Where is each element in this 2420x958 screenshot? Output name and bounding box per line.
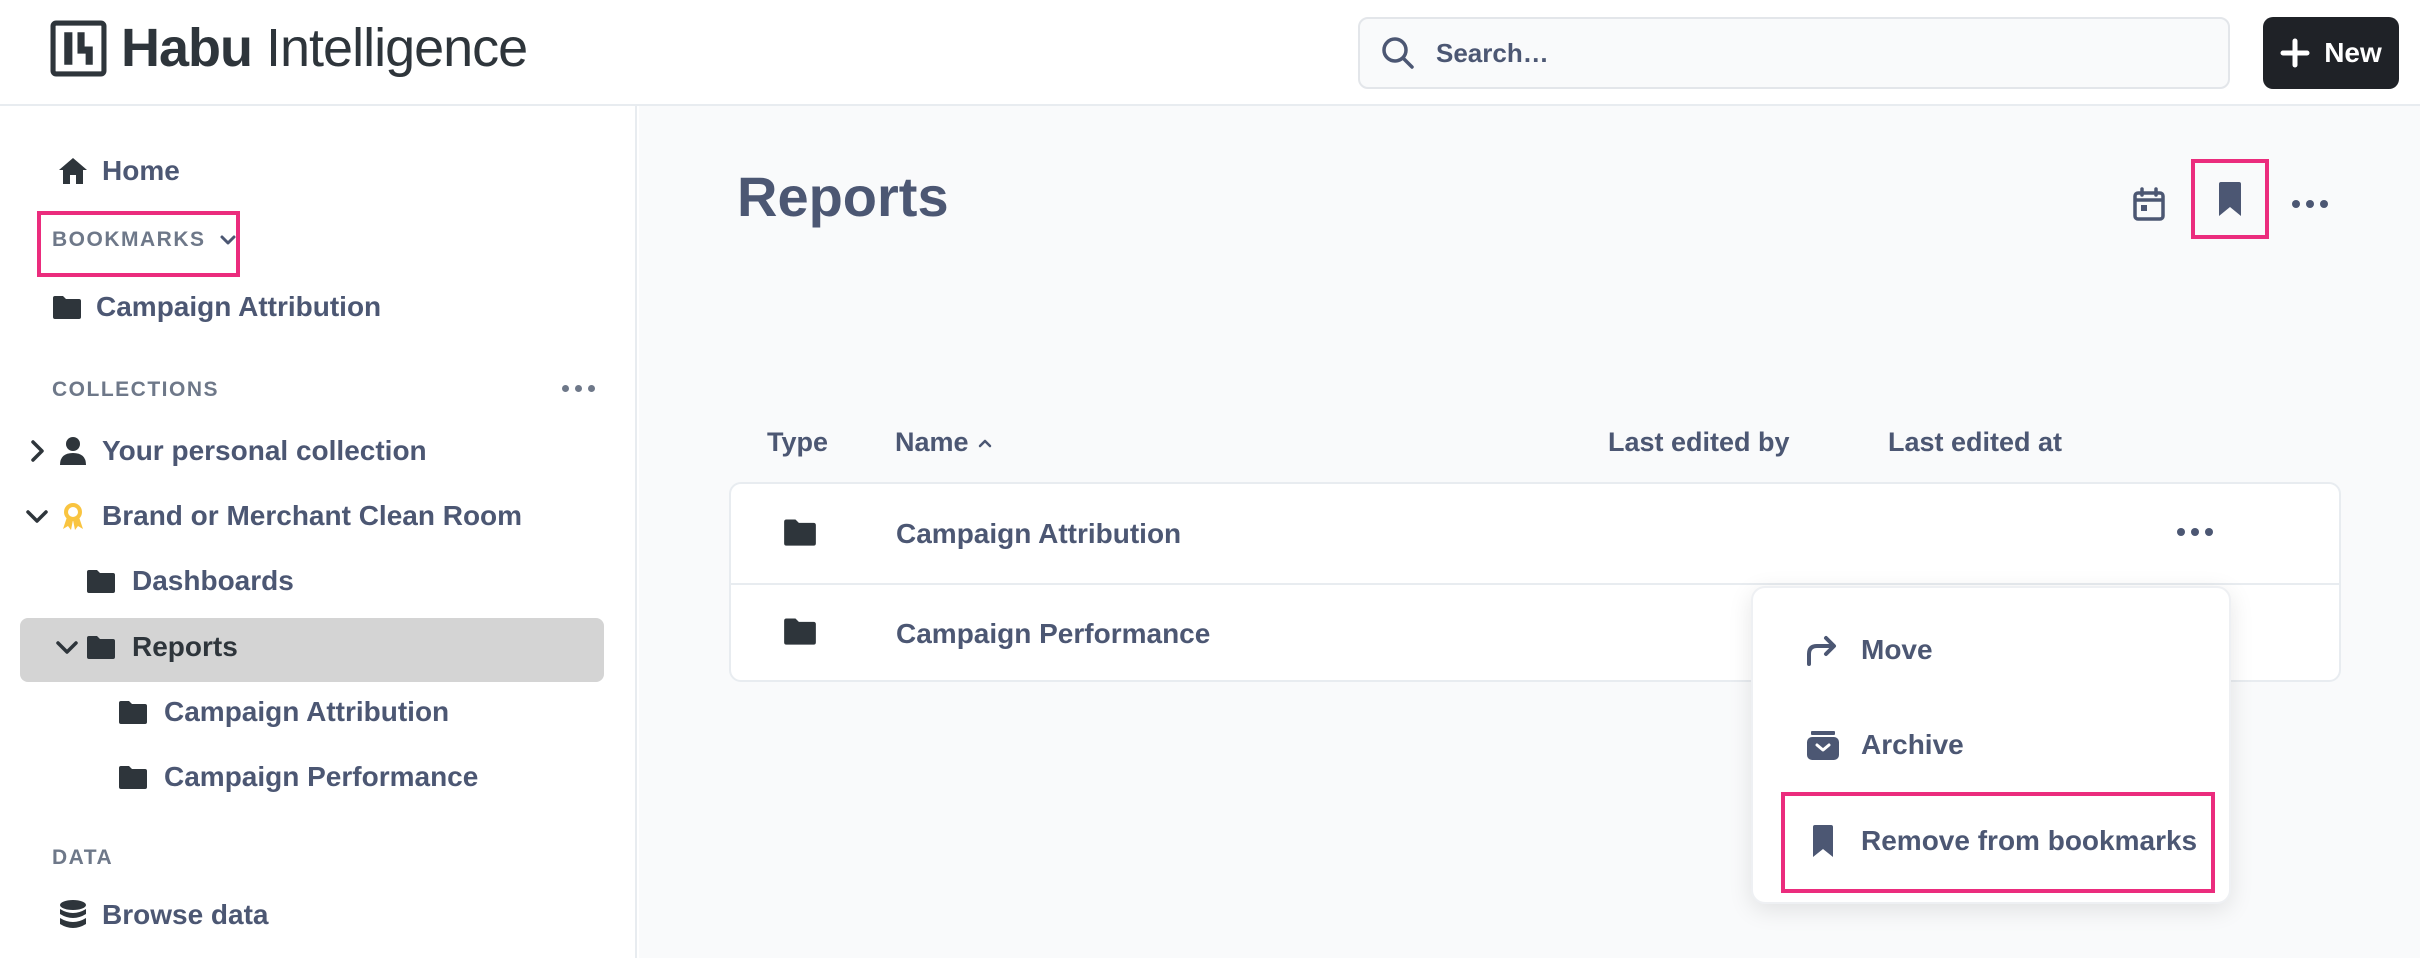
menu-item-archive[interactable]: Archive [1805,727,1964,763]
bookmark-icon [2219,182,2241,216]
sidebar-item-home[interactable]: Home [56,154,180,188]
menu-item-move[interactable]: Move [1805,632,1933,668]
calendar-icon [2133,187,2165,221]
sort-ascending-icon [978,439,991,447]
sidebar-item-dashboards[interactable]: Dashboards [84,564,294,598]
bookmark-item-label: Campaign Attribution [96,291,382,322]
folder-icon [116,695,150,729]
move-arrow-icon [1805,632,1841,668]
data-label: DATA [52,846,114,869]
row-more-icon[interactable] [2177,528,2213,536]
row-name[interactable]: Campaign Attribution [896,518,1181,550]
more-horizontal-icon [2292,200,2328,208]
menu-item-label: Archive [1861,729,1964,760]
folder-icon [784,519,816,546]
bookmarks-label: BOOKMARKS [52,228,206,251]
sidebar-item-label: Campaign Performance [164,761,479,792]
column-header-last-edited-at[interactable]: Last edited at [1888,427,2062,458]
sidebar-item-label: Home [102,155,180,186]
search-input[interactable]: Search… [1358,17,2230,89]
brand-name-regular: Intelligence [252,18,528,78]
column-header-name-label: Name [895,427,969,457]
official-collection-badge-icon [56,499,90,533]
plus-icon [2280,38,2310,68]
bookmark-toggle-button[interactable] [2205,174,2255,224]
search-icon [1382,37,1414,69]
collections-more-icon[interactable] [562,385,595,392]
search-placeholder: Search… [1436,37,1549,68]
bookmark-icon [1805,823,1841,859]
menu-item-label: Remove from bookmarks [1861,825,2198,856]
folder-icon [784,618,816,645]
sidebar-item-campaign-performance[interactable]: Campaign Performance [116,760,478,794]
new-button-label: New [2324,37,2382,68]
menu-item-label: Move [1861,634,1933,665]
sidebar-item-clean-room[interactable]: Brand or Merchant Clean Room [24,499,522,533]
column-header-name[interactable]: Name [895,427,993,458]
folder-icon [50,290,84,324]
folder-icon [116,760,150,794]
sidebar-item-label: Campaign Attribution [164,696,450,727]
collections-label: COLLECTIONS [52,378,219,401]
sidebar-item-reports[interactable]: Reports [54,630,238,664]
sidebar-item-personal-collection[interactable]: Your personal collection [24,434,427,468]
sidebar-item-label: Brand or Merchant Clean Room [102,500,523,531]
brand-name-bold: Habu [121,18,253,78]
page-title: Reports [737,165,949,228]
folder-icon [84,564,118,598]
new-button[interactable]: New [2263,17,2399,89]
column-header-type[interactable]: Type [767,427,828,458]
chevron-down-icon[interactable] [24,503,50,529]
table-row[interactable]: Campaign Attribution [731,484,2339,583]
database-icon [56,898,90,932]
sidebar-item-label: Browse data [102,899,269,930]
chevron-right-icon[interactable] [24,438,50,464]
menu-item-remove-from-bookmarks[interactable]: Remove from bookmarks [1805,823,2197,859]
app-logo[interactable]: Habu Intelligence [50,18,528,78]
row-name[interactable]: Campaign Performance [896,618,1210,650]
sidebar-item-browse-data[interactable]: Browse data [56,898,269,932]
sidebar-item-label: Reports [132,631,238,662]
home-icon [56,154,90,188]
sidebar-item-campaign-attribution[interactable]: Campaign Attribution [116,695,449,729]
folder-icon [84,630,118,664]
more-options-button[interactable] [2285,180,2335,228]
column-header-last-edited-by[interactable]: Last edited by [1608,427,1790,458]
top-bar: Habu Intelligence Search… New [0,0,2420,106]
calendar-button[interactable] [2125,180,2173,228]
sidebar: Home BOOKMARKS Campaign Attribution COLL… [0,106,637,958]
app-title: Habu Intelligence [121,18,528,78]
chevron-down-icon[interactable] [54,634,80,660]
sidebar-item-label: Your personal collection [102,435,427,466]
archive-icon [1805,727,1841,763]
chevron-down-icon [220,235,235,245]
row-context-menu: Move Archive Remove from bookmarks [1751,586,2231,904]
habu-logo-icon [50,20,107,76]
person-icon [56,434,90,468]
bookmarks-header[interactable]: BOOKMARKS [52,228,238,252]
bookmark-item[interactable]: Campaign Attribution [50,290,381,324]
sidebar-item-label: Dashboards [132,565,294,596]
